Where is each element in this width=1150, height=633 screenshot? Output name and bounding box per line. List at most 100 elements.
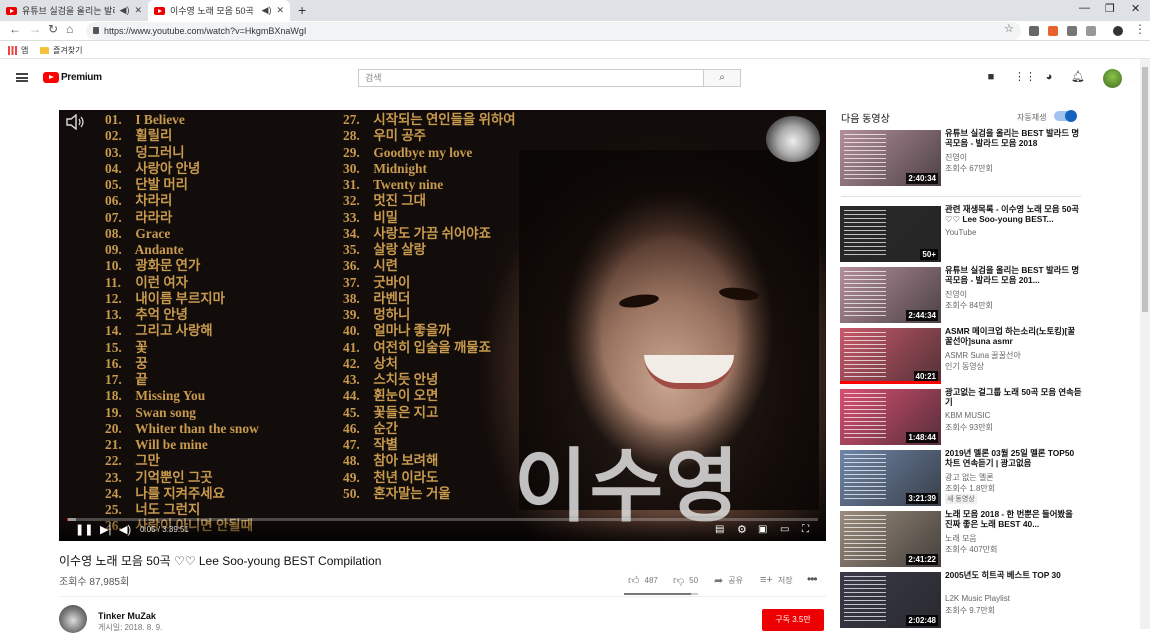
speaker-icon[interactable]: ◀) bbox=[262, 5, 272, 16]
recommendation-channel: 진영이 bbox=[945, 289, 967, 300]
reload-icon[interactable]: ↻ bbox=[48, 22, 58, 36]
browser-tab-2[interactable]: 이수영 노래 모음 50곡 ♡♡ ◀) ✕ bbox=[148, 0, 290, 21]
volume-icon[interactable]: ◀) bbox=[119, 523, 131, 537]
recommendation-item[interactable]: 2:41:22 노래 모음 2018 - 한 번뿐은 들어봤을 진짜 좋은 노래 … bbox=[840, 511, 1082, 569]
video-thumbnail[interactable]: 3:21:39 bbox=[840, 450, 941, 506]
video-thumbnail[interactable]: 50+ bbox=[840, 206, 941, 262]
next-icon[interactable]: ▶| bbox=[100, 523, 111, 537]
song-title: 비밀 bbox=[370, 210, 398, 225]
recommendation-item[interactable]: 2:02:482005년도 히트곡 베스트 TOP 30L2K Music Pl… bbox=[840, 572, 1082, 630]
video-thumbnail[interactable]: 2:41:22 bbox=[840, 511, 941, 567]
close-tab-icon[interactable]: ✕ bbox=[276, 5, 284, 16]
bookmark-favorites[interactable]: 즐겨찾기 bbox=[40, 45, 82, 56]
dislike-button[interactable]: 👎︎50 bbox=[673, 574, 698, 587]
song-number: 35. bbox=[343, 242, 370, 258]
menu-kebab-icon[interactable]: ⋮ bbox=[1134, 22, 1146, 36]
progress-bar[interactable] bbox=[67, 518, 818, 521]
upload-video-icon[interactable]: ■ bbox=[985, 71, 997, 83]
fullscreen-icon[interactable]: ⛶ bbox=[802, 523, 809, 537]
song-number: 38. bbox=[343, 291, 370, 307]
recommendation-title[interactable]: 관련 재생목록 - 이수영 노래 모음 50곡 ♡♡ Lee Soo-young… bbox=[945, 204, 1082, 224]
recommendation-title[interactable]: 노래 모음 2018 - 한 번뿐은 들어봤을 진짜 좋은 노래 BEST 40… bbox=[945, 509, 1082, 529]
browser-tab-1[interactable]: 유튜브 실검을 올리는 발라드 ◀) ✕ bbox=[0, 0, 148, 21]
recommendation-item[interactable]: 3:21:39 2019년 멜론 03월 25일 멜론 TOP50 차트 연속듣기… bbox=[840, 450, 1082, 508]
recommendation-channel: YouTube bbox=[945, 228, 976, 237]
youtube-logo[interactable]: Premium bbox=[43, 72, 102, 83]
autoplay-toggle[interactable] bbox=[1054, 111, 1076, 121]
scrollbar-thumb[interactable] bbox=[1142, 67, 1148, 312]
video-thumbnail[interactable]: 2:40:34 bbox=[840, 130, 941, 186]
settings-gear-icon[interactable]: ⚙ bbox=[737, 523, 747, 537]
close-tab-icon[interactable]: ✕ bbox=[134, 5, 142, 16]
extension-icon[interactable] bbox=[1086, 26, 1096, 36]
speaker-icon[interactable]: ◀) bbox=[120, 5, 130, 16]
recommendation-item[interactable]: 50+관련 재생목록 - 이수영 노래 모음 50곡 ♡♡ Lee Soo-yo… bbox=[840, 206, 1082, 264]
video-thumbnail[interactable]: 2:44:34 bbox=[840, 267, 941, 323]
new-tab-button[interactable]: + bbox=[298, 2, 306, 18]
extension-icon[interactable] bbox=[1048, 26, 1058, 36]
duration-badge: 2:41:22 bbox=[906, 554, 938, 565]
subtitles-icon[interactable]: ▤ bbox=[715, 523, 724, 537]
recommendation-item[interactable]: 2:40:34유튜브 실검을 올리는 BEST 발라드 명곡모음 - 발라드 모… bbox=[840, 130, 1082, 188]
song-number: 43. bbox=[343, 372, 370, 388]
extension-icon[interactable] bbox=[1029, 26, 1039, 36]
subscribe-button[interactable]: 구독 3.5만 bbox=[762, 609, 824, 631]
video-title: 이수영 노래 모음 50곡 ♡♡ Lee Soo-young BEST Comp… bbox=[59, 552, 381, 569]
recommendation-title[interactable]: 유튜브 실검을 올리는 BEST 발라드 명곡모음 - 발라드 모음 2018 bbox=[945, 128, 1082, 148]
share-button[interactable]: ➦공유 bbox=[714, 574, 743, 587]
song-list-item: 50. 혼자말는 거울 bbox=[343, 486, 516, 502]
song-number: 17. bbox=[105, 372, 132, 388]
song-number: 01. bbox=[105, 112, 132, 128]
apps-icon[interactable]: ⋮⋮ bbox=[1014, 71, 1026, 83]
song-number: 02. bbox=[105, 128, 132, 144]
miniplayer-icon[interactable]: ▣ bbox=[758, 523, 767, 537]
recommendation-views: 조회수 1.8만회 bbox=[945, 483, 995, 494]
bookmark-apps[interactable]: 앱 bbox=[8, 45, 28, 56]
song-number: 13. bbox=[105, 307, 132, 323]
home-icon[interactable]: ⌂ bbox=[66, 22, 73, 36]
recommendation-item[interactable]: 2:44:34유튜브 실검을 올리는 BEST 발라드 명곡모음 - 발라드 모… bbox=[840, 267, 1082, 325]
close-window-icon[interactable]: ✕ bbox=[1131, 2, 1140, 15]
recommendation-item[interactable]: 40:21ASMR 메이크업 하는소리(노토킹)[꿀꿀선아]suna asmrA… bbox=[840, 328, 1082, 386]
restore-icon[interactable]: ❐ bbox=[1105, 2, 1115, 15]
recommendation-title[interactable]: 유튜브 실검을 올리는 BEST 발라드 명곡모음 - 발라드 모음 201..… bbox=[945, 265, 1082, 285]
account-avatar[interactable] bbox=[1103, 69, 1122, 88]
song-list-item: 06. 차라리 bbox=[105, 193, 259, 209]
recommendation-title[interactable]: 2019년 멜론 03월 25일 멜론 TOP50 차트 연속듣기 | 광고없음 bbox=[945, 448, 1082, 468]
duration-badge: 3:21:39 bbox=[906, 493, 938, 504]
song-title: 휠릴리 bbox=[132, 128, 172, 143]
song-title: 굿바이 bbox=[370, 275, 410, 290]
recommendation-title[interactable]: ASMR 메이크업 하는소리(노토킹)[꿀꿀선아]suna asmr bbox=[945, 326, 1082, 346]
video-thumbnail[interactable]: 40:21 bbox=[840, 328, 941, 384]
bookmark-star-icon[interactable]: ☆ bbox=[1004, 22, 1014, 35]
back-icon[interactable]: ← bbox=[9, 22, 21, 36]
like-button[interactable]: 👍︎487 bbox=[628, 574, 658, 587]
video-player[interactable]: 01. I Believe02. 휠릴리03. 덩그러니04. 사랑아 안녕05… bbox=[59, 110, 826, 541]
recommendation-title[interactable]: 광고없는 걸그룹 노래 50곡 모음 연속듣기 bbox=[945, 387, 1082, 407]
song-number: 10. bbox=[105, 258, 132, 274]
song-number: 15. bbox=[105, 340, 132, 356]
extension-icon[interactable] bbox=[1067, 26, 1077, 36]
recommendation-item[interactable]: 1:48:44광고없는 걸그룹 노래 50곡 모음 연속듣기KBM MUSIC조… bbox=[840, 389, 1082, 447]
save-button[interactable]: ≡+저장 bbox=[760, 574, 793, 586]
theater-mode-icon[interactable]: ▭ bbox=[780, 523, 789, 537]
channel-name[interactable]: Tinker MuZak bbox=[98, 611, 156, 621]
song-title: 혼자말는 거울 bbox=[370, 486, 451, 501]
forward-icon[interactable]: → bbox=[29, 22, 41, 36]
recommendation-title[interactable]: 2005년도 히트곡 베스트 TOP 30 bbox=[945, 570, 1082, 580]
search-input[interactable]: 검색 bbox=[358, 69, 704, 87]
search-button[interactable]: ⌕ bbox=[703, 69, 741, 87]
song-number: 18. bbox=[105, 388, 132, 404]
video-thumbnail[interactable]: 1:48:44 bbox=[840, 389, 941, 445]
hamburger-menu-icon[interactable] bbox=[16, 73, 28, 82]
minimize-icon[interactable]: — bbox=[1079, 2, 1090, 14]
share-icon: ➦ bbox=[714, 574, 723, 587]
video-thumbnail[interactable]: 2:02:48 bbox=[840, 572, 941, 628]
profile-icon[interactable] bbox=[1113, 26, 1123, 36]
more-actions-icon[interactable]: ••• bbox=[807, 572, 817, 586]
notifications-icon[interactable]: 🔔︎ bbox=[1071, 71, 1083, 83]
pause-icon[interactable]: ❚❚ bbox=[75, 523, 93, 537]
url-input[interactable]: https://www.youtube.com/watch?v=HkgmBXna… bbox=[86, 22, 1021, 40]
page-scrollbar[interactable] bbox=[1140, 59, 1150, 629]
messages-icon[interactable]: ◕ bbox=[1043, 71, 1055, 83]
